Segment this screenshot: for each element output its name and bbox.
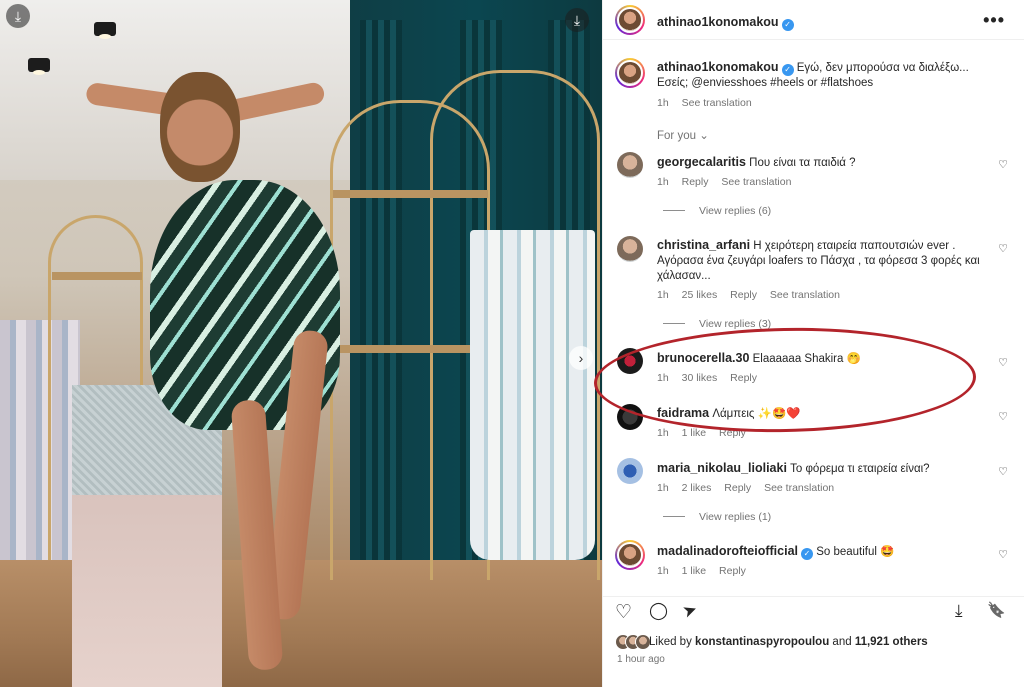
download-icon[interactable]: ⤓ (565, 8, 589, 32)
reply-button[interactable]: Reply (730, 289, 757, 301)
commenter-avatar[interactable] (615, 540, 645, 570)
commenter-avatar[interactable] (617, 348, 643, 374)
reply-button[interactable]: Reply (719, 427, 746, 439)
comment-username[interactable]: georgecalaritis (657, 155, 746, 169)
comment-like-heart-icon[interactable]: ♡ (998, 548, 1008, 561)
view-replies-button[interactable]: View replies (1) (663, 511, 771, 523)
see-translation-link[interactable]: See translation (770, 289, 840, 301)
comment-username[interactable]: madalinadorofteiofficial (657, 544, 798, 558)
comment: georgecalaritis Που είναι τα παιδιά ? (657, 155, 987, 171)
download-icon[interactable]: ⤓ (6, 4, 30, 28)
author-avatar[interactable] (615, 5, 645, 35)
comment-username[interactable]: christina_arfani (657, 238, 750, 252)
comment: maria_nikolau_lioliaki Το φόρεμα τι εται… (657, 461, 987, 477)
verified-badge-icon: ✓ (781, 64, 794, 76)
comment-like-heart-icon[interactable]: ♡ (998, 356, 1008, 369)
comment-like-heart-icon[interactable]: ♡ (998, 410, 1008, 423)
comment-username[interactable]: faidrama (657, 406, 709, 420)
view-replies-button[interactable]: View replies (3) (663, 318, 771, 330)
shelf (333, 190, 488, 198)
caption-time: 1h (657, 97, 669, 109)
comment-text: Που είναι τα παιδιά ? (749, 157, 856, 169)
comment-meta: 1h 30 likes Reply (657, 372, 767, 384)
author-username[interactable]: athinao1konomakou (657, 15, 779, 29)
comment: faidrama Λάμπεις ✨🤩❤️ (657, 406, 987, 422)
commenter-avatar[interactable] (617, 404, 643, 430)
action-bar: ♡ ◯ ➤ ⤓ 🔖 (603, 596, 1024, 626)
comment: christina_arfani Η χειρότερη εταιρεία πα… (657, 238, 987, 284)
likes-and: and (832, 636, 852, 648)
comment-likes[interactable]: 1 like (682, 565, 707, 577)
download-icon[interactable]: ⤓ (955, 601, 963, 621)
reply-button[interactable]: Reply (730, 372, 757, 384)
post-timestamp: 1 hour ago (617, 654, 665, 665)
comment-text: Elaaaaaa Shakira 🤭 (752, 353, 861, 365)
post-photo[interactable]: ⤓ ⤓ › (0, 0, 602, 687)
for-you-sort[interactable]: For you ⌄ (657, 128, 709, 142)
comment-time: 1h (657, 289, 669, 301)
comment-meta: 1h 1 like Reply (657, 427, 756, 439)
comment-time: 1h (657, 565, 669, 577)
spotlight (94, 22, 116, 39)
more-options-icon[interactable]: ••• (983, 10, 1005, 31)
comment-time: 1h (657, 176, 669, 188)
comment-meta: 1h Reply See translation (657, 176, 801, 188)
see-translation-link[interactable]: See translation (764, 482, 834, 494)
like-heart-icon[interactable]: ♡ (615, 601, 632, 624)
comment-meta: 1h 2 likes Reply See translation (657, 482, 844, 494)
woman-head (160, 72, 240, 182)
next-image-chevron-icon[interactable]: › (569, 346, 593, 370)
see-translation-link[interactable]: See translation (682, 97, 752, 109)
reply-button[interactable]: Reply (682, 176, 709, 188)
comment-text: Το φόρεμα τι εταιρεία είναι? (790, 463, 930, 475)
comment-time: 1h (657, 427, 669, 439)
comment-meta: 1h 25 likes Reply See translation (657, 289, 850, 301)
comment-likes[interactable]: 25 likes (682, 289, 718, 301)
comment-likes[interactable]: 2 likes (682, 482, 712, 494)
comment-text: So beautiful 🤩 (816, 546, 895, 558)
comment-username[interactable]: maria_nikolau_lioliaki (657, 461, 787, 475)
comment-time: 1h (657, 482, 669, 494)
spotlight (28, 58, 50, 75)
likes-prefix: Liked by (649, 636, 692, 648)
comment-likes[interactable]: 30 likes (682, 372, 718, 384)
commenter-avatar[interactable] (617, 458, 643, 484)
verified-badge-icon: ✓ (781, 19, 794, 31)
post-header: athinao1konomakou ✓ ••• (603, 0, 1024, 40)
comment-time: 1h (657, 372, 669, 384)
likes-count[interactable]: 11,921 others (855, 636, 928, 648)
verified-badge-icon: ✓ (801, 548, 813, 560)
caption-username[interactable]: athinao1konomakou (657, 60, 779, 74)
see-translation-link[interactable]: See translation (721, 176, 791, 188)
reply-button[interactable]: Reply (724, 482, 751, 494)
shelf (52, 272, 142, 280)
caption: athinao1konomakou ✓ Εγώ, δεν μπορούσα να … (657, 60, 987, 91)
post-side-panel: athinao1konomakou ✓ ••• athinao1konomakou… (602, 0, 1024, 687)
caption-avatar[interactable] (615, 58, 645, 88)
likes-user[interactable]: konstantinaspyropoulou (695, 636, 829, 648)
comment: madalinadorofteiofficial ✓ So beautiful 🤩 (657, 544, 987, 560)
save-bookmark-icon[interactable]: 🔖 (987, 601, 1006, 619)
comment-meta: 1h 1 like Reply (657, 565, 756, 577)
comment-like-heart-icon[interactable]: ♡ (998, 158, 1008, 171)
likes-summary[interactable]: Liked by konstantinaspyropoulou and 11,9… (649, 636, 928, 648)
for-you-label: For you (657, 130, 696, 142)
chevron-down-icon: ⌄ (699, 130, 709, 142)
comment-like-heart-icon[interactable]: ♡ (998, 465, 1008, 478)
comment-username[interactable]: brunocerella.30 (657, 351, 749, 365)
caption-meta: 1h See translation (657, 97, 762, 109)
view-replies-button[interactable]: View replies (6) (663, 205, 771, 217)
commenter-avatar[interactable] (617, 236, 643, 262)
comment: brunocerella.30 Elaaaaaa Shakira 🤭 (657, 351, 987, 367)
commenter-avatar[interactable] (617, 152, 643, 178)
comment-icon[interactable]: ◯ (649, 601, 668, 621)
share-icon[interactable]: ➤ (680, 599, 700, 623)
comment-text: Λάμπεις ✨🤩❤️ (712, 408, 801, 420)
hanging-dresses (470, 230, 595, 560)
comment-like-heart-icon[interactable]: ♡ (998, 242, 1008, 255)
author-name-row: athinao1konomakou ✓ (657, 13, 794, 31)
comment-likes[interactable]: 1 like (682, 427, 707, 439)
reply-button[interactable]: Reply (719, 565, 746, 577)
shelf (340, 345, 480, 353)
